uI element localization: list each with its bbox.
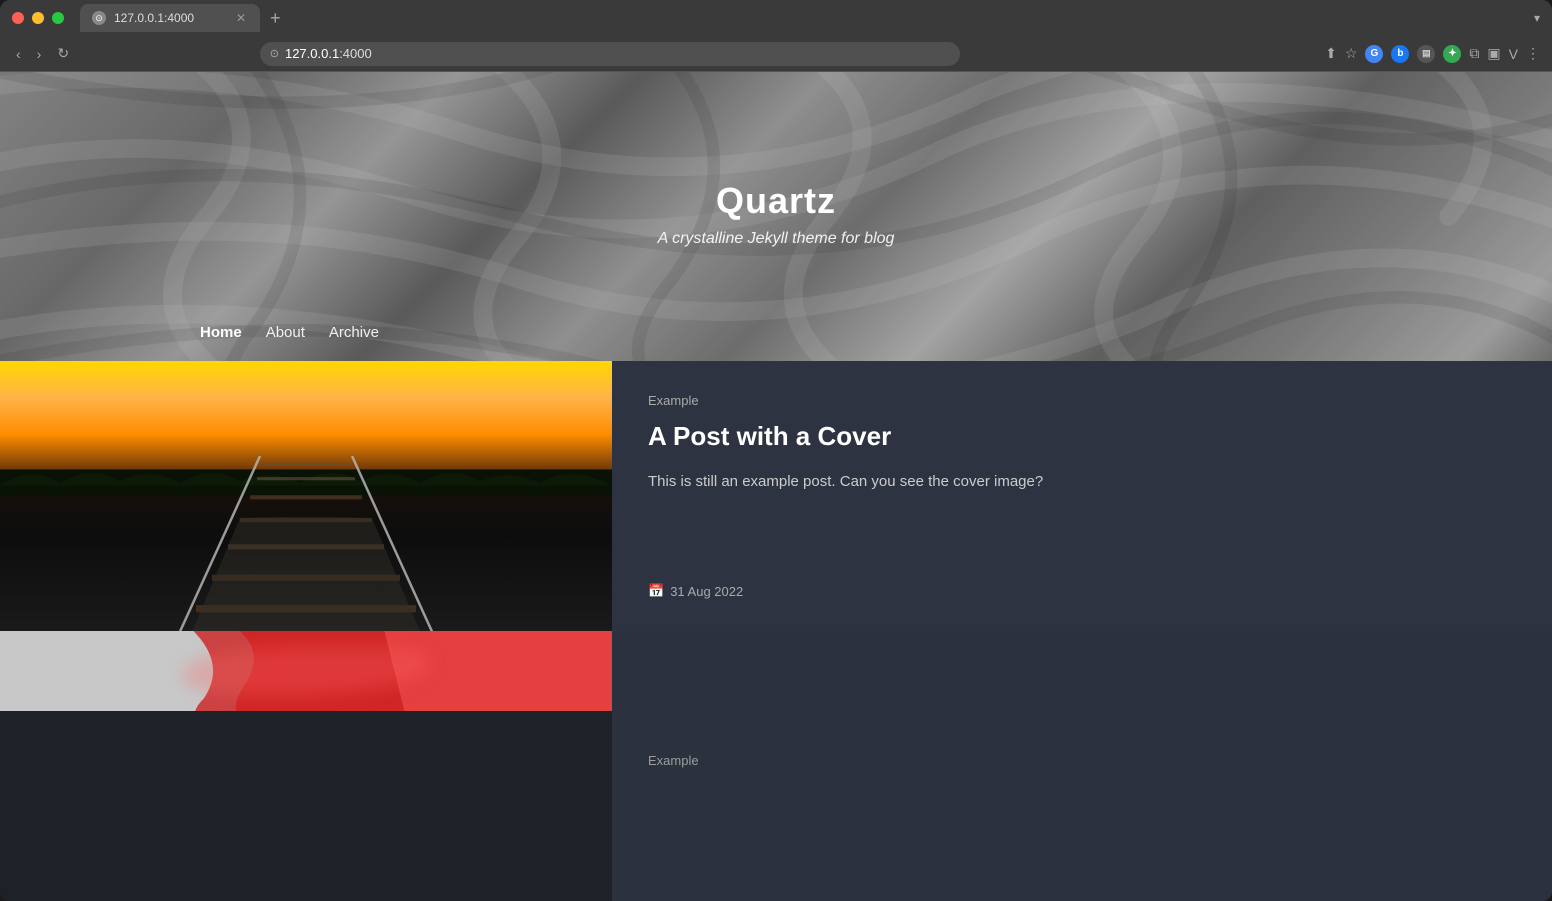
address-port: :4000 <box>339 46 372 61</box>
forward-button[interactable]: › <box>33 42 46 66</box>
post-date-1: 📅 31 Aug 2022 <box>648 583 1516 599</box>
extension-browser[interactable]: b <box>1391 45 1409 63</box>
site-title: Quartz <box>0 180 1552 222</box>
tab-title: 127.0.0.1:4000 <box>114 11 226 25</box>
hero-section: Quartz A crystalline Jekyll theme for bl… <box>0 72 1552 361</box>
new-tab-button[interactable]: + <box>264 8 287 29</box>
extension-green[interactable]: ✦ <box>1443 45 1461 63</box>
post-cover-image-1 <box>0 361 612 631</box>
website-content: Quartz A crystalline Jekyll theme for bl… <box>0 72 1552 901</box>
calendar-icon: 📅 <box>648 583 664 599</box>
post-title-1[interactable]: A Post with a Cover <box>648 420 1516 454</box>
red-shape <box>0 631 612 711</box>
date-text-1: 31 Aug 2022 <box>670 584 743 599</box>
maximize-button[interactable] <box>52 12 64 24</box>
menu-icon[interactable]: ⋮ <box>1526 45 1540 62</box>
post-info-2: Example <box>612 631 1552 901</box>
back-button[interactable]: ‹ <box>12 42 25 66</box>
tabs-chevron-icon[interactable]: ▾ <box>1534 11 1540 25</box>
red-abstract-image <box>0 631 612 711</box>
nav-home[interactable]: Home <box>200 324 242 341</box>
railway-tracks <box>0 456 612 632</box>
main-content: Example A Post with a Cover This is stil… <box>0 361 1552 901</box>
refresh-button[interactable]: ↻ <box>53 41 73 66</box>
traffic-lights <box>12 12 64 24</box>
hero-text-content: Quartz A crystalline Jekyll theme for bl… <box>0 180 1552 308</box>
address-bar[interactable]: ⊙ 127.0.0.1:4000 <box>260 42 960 66</box>
post-excerpt-1: This is still an example post. Can you s… <box>648 470 1516 559</box>
share-icon[interactable]: ⬆ <box>1325 45 1337 62</box>
minimize-button[interactable] <box>32 12 44 24</box>
title-bar: ⊙ 127.0.0.1:4000 ✕ + ▾ <box>0 0 1552 36</box>
post-category-1: Example <box>648 393 1516 408</box>
browser-window: ⊙ 127.0.0.1:4000 ✕ + ▾ ‹ › ↻ ⊙ 127.0.0.1… <box>0 0 1552 901</box>
sidebar-icon[interactable]: ▣ <box>1487 45 1500 62</box>
post-card-2: Example <box>0 631 1552 901</box>
nav-actions: ⬆ ☆ G b ▤ ✦ ⧉ ▣ V ⋮ <box>1325 45 1540 63</box>
extensions-icon[interactable]: ⧉ <box>1469 45 1479 62</box>
security-icon: ⊙ <box>270 47 279 60</box>
post-info-1: Example A Post with a Cover This is stil… <box>612 361 1552 631</box>
tab-bar: ⊙ 127.0.0.1:4000 ✕ + ▾ <box>80 4 1540 32</box>
extension-img[interactable]: ▤ <box>1417 45 1435 63</box>
tab-close-button[interactable]: ✕ <box>234 11 248 25</box>
site-navigation: Home About Archive <box>0 308 1552 361</box>
nav-archive[interactable]: Archive <box>329 324 379 341</box>
post-card-1: Example A Post with a Cover This is stil… <box>0 361 1552 631</box>
active-tab[interactable]: ⊙ 127.0.0.1:4000 ✕ <box>80 4 260 32</box>
address-domain: 127.0.0.1 <box>285 46 339 61</box>
site-subtitle: A crystalline Jekyll theme for blog <box>0 230 1552 248</box>
tab-favicon: ⊙ <box>92 11 106 25</box>
profile-icon[interactable]: V <box>1509 46 1518 62</box>
close-button[interactable] <box>12 12 24 24</box>
post-category-2: Example <box>648 753 1516 768</box>
railway-image <box>0 361 612 631</box>
address-text: 127.0.0.1:4000 <box>285 46 950 61</box>
extension-google[interactable]: G <box>1365 45 1383 63</box>
nav-about[interactable]: About <box>266 324 305 341</box>
bookmark-icon[interactable]: ☆ <box>1345 45 1358 62</box>
post-cover-image-2 <box>0 631 612 711</box>
navigation-bar: ‹ › ↻ ⊙ 127.0.0.1:4000 ⬆ ☆ G b ▤ ✦ ⧉ ▣ V… <box>0 36 1552 72</box>
